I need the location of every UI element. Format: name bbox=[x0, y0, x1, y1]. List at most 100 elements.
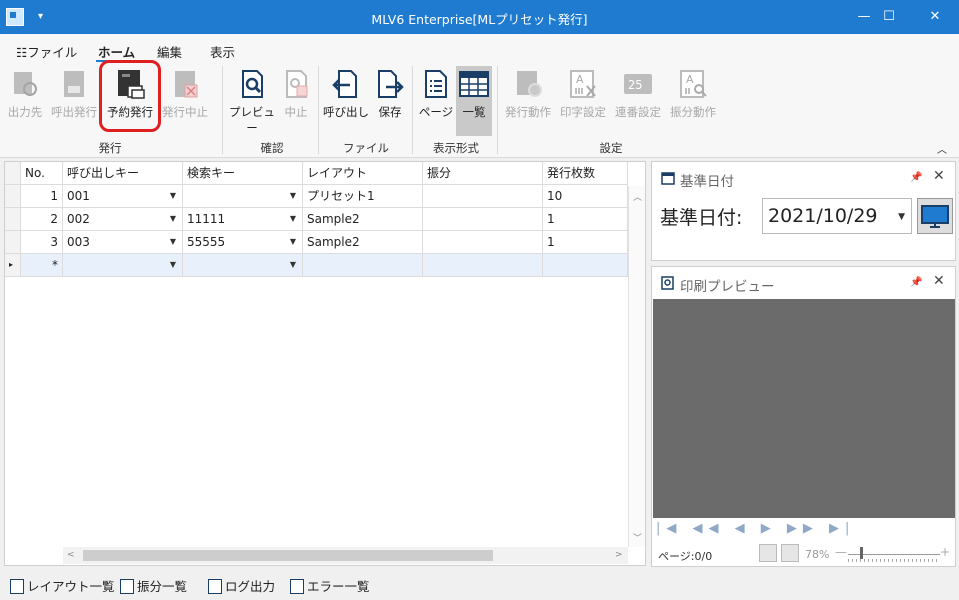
row-header[interactable] bbox=[5, 231, 21, 254]
tab-edit[interactable]: 編集 bbox=[157, 42, 182, 61]
scroll-up-icon[interactable]: ︿ bbox=[633, 190, 642, 203]
new-row-sort[interactable] bbox=[423, 254, 543, 277]
current-row-indicator-icon[interactable]: ▸ bbox=[5, 254, 21, 277]
status-bar: レイアウト一覧 振分一覧 ログ出力 エラー一覧 bbox=[0, 569, 959, 600]
sort-list-icon bbox=[120, 579, 134, 594]
cell-count[interactable]: 10 bbox=[543, 185, 628, 208]
row-header[interactable] bbox=[5, 208, 21, 231]
log-output-link[interactable]: ログ出力 bbox=[208, 576, 275, 595]
error-list-link[interactable]: エラー一覧 bbox=[290, 576, 370, 595]
column-header-no[interactable]: No. bbox=[21, 162, 63, 185]
cell-search-key[interactable]: 55555 ▼ bbox=[183, 231, 303, 254]
cell-layout[interactable]: プリセット1 bbox=[303, 185, 423, 208]
fit-page-icon[interactable] bbox=[781, 544, 799, 562]
page-navigation[interactable]: |◀ ◀◀ ◀ ▶ ▶▶ ▶| bbox=[656, 521, 855, 536]
cell-call-key[interactable]: 003 ▼ bbox=[63, 231, 183, 254]
maximize-button[interactable]: ☐ bbox=[866, 0, 912, 34]
cell-search-key[interactable]: ▼ bbox=[183, 185, 303, 208]
cell-no[interactable]: 1 bbox=[21, 185, 63, 208]
dropdown-arrow-icon[interactable]: ▼ bbox=[290, 254, 296, 276]
page-counter: ページ:0/0 bbox=[658, 550, 713, 563]
serial-settings-button[interactable]: 25 連番設定 bbox=[612, 66, 664, 132]
cell-search-key[interactable]: 11111 ▼ bbox=[183, 208, 303, 231]
scroll-right-icon[interactable]: > bbox=[615, 550, 623, 560]
cell-no[interactable]: 3 bbox=[21, 231, 63, 254]
dropdown-arrow-icon[interactable]: ▼ bbox=[290, 208, 296, 230]
row-header[interactable] bbox=[5, 185, 21, 208]
column-header-count[interactable]: 発行枚数 bbox=[543, 162, 628, 185]
sort-list-link[interactable]: 振分一覧 bbox=[120, 576, 187, 595]
zoom-slider-thumb[interactable] bbox=[860, 547, 863, 559]
stop-issue-button[interactable]: 発行中止 bbox=[160, 66, 210, 132]
cell-sort[interactable] bbox=[423, 208, 543, 231]
file-import-icon bbox=[332, 70, 357, 98]
cell-sort[interactable] bbox=[423, 231, 543, 254]
dropdown-arrow-icon[interactable]: ▼ bbox=[290, 231, 296, 253]
column-header-call-key[interactable]: 呼び出しキー bbox=[63, 162, 183, 185]
pin-icon[interactable]: 📌 bbox=[910, 277, 922, 288]
cell-layout[interactable]: Sample2 bbox=[303, 208, 423, 231]
zoom-out-icon[interactable]: — bbox=[835, 545, 847, 559]
tab-view[interactable]: 表示 bbox=[210, 42, 235, 61]
dropdown-arrow-icon[interactable]: ▼ bbox=[170, 254, 176, 276]
layout-list-link[interactable]: レイアウト一覧 bbox=[10, 576, 115, 595]
new-row-count[interactable] bbox=[543, 254, 628, 277]
new-row-marker[interactable]: * bbox=[21, 254, 63, 277]
vertical-scrollbar[interactable]: ︿ ﹀ bbox=[628, 186, 645, 547]
preset-grid[interactable]: No. 呼び出しキー 検索キー レイアウト 振分 発行枚数 1 001 ▼ ▼ プ… bbox=[4, 161, 646, 566]
cell-call-key[interactable]: 002 ▼ bbox=[63, 208, 183, 231]
collapse-ribbon-icon[interactable]: ︿ bbox=[937, 141, 947, 156]
page-view-button[interactable]: ページ bbox=[418, 66, 454, 132]
zoom-in-icon[interactable]: + bbox=[940, 545, 950, 559]
cell-no[interactable]: 2 bbox=[21, 208, 63, 231]
sort-behavior-button[interactable]: A 振分動作 bbox=[667, 66, 719, 132]
preview-canvas[interactable] bbox=[653, 299, 955, 518]
fit-width-icon[interactable] bbox=[759, 544, 777, 562]
cell-layout[interactable]: Sample2 bbox=[303, 231, 423, 254]
issue-behavior-button[interactable]: 発行動作 bbox=[502, 66, 554, 132]
cell-sort[interactable] bbox=[423, 185, 543, 208]
list-view-button[interactable]: 一覧 bbox=[456, 66, 492, 136]
dropdown-arrow-icon[interactable]: ▼ bbox=[170, 208, 176, 230]
ribbon-tab-bar: ☷ファイル ホーム 編集 表示 bbox=[0, 34, 959, 62]
cell-count[interactable]: 1 bbox=[543, 231, 628, 254]
group-label-confirm: 確認 bbox=[260, 141, 284, 155]
call-issue-button[interactable]: 呼出発行 bbox=[49, 66, 99, 132]
print-settings-button[interactable]: A 印字設定 bbox=[557, 66, 609, 132]
highlight-box bbox=[99, 60, 161, 132]
dropdown-arrow-icon[interactable]: ▼ bbox=[290, 185, 296, 207]
scroll-down-icon[interactable]: ﹀ bbox=[633, 531, 642, 544]
date-panel-close-icon[interactable]: ✕ bbox=[933, 168, 945, 184]
column-header-search-key[interactable]: 検索キー bbox=[183, 162, 303, 185]
chevron-down-icon[interactable]: ▼ bbox=[898, 200, 905, 234]
load-button[interactable]: 呼び出し bbox=[323, 66, 369, 132]
cancel-preview-button[interactable]: 中止 bbox=[279, 66, 313, 132]
preview-panel-title: 印刷プレビュー bbox=[680, 279, 775, 295]
dropdown-arrow-icon[interactable]: ▼ bbox=[170, 185, 176, 207]
pin-icon[interactable]: 📌 bbox=[910, 172, 922, 183]
dropdown-arrow-icon[interactable]: ▼ bbox=[170, 231, 176, 253]
new-row-layout[interactable] bbox=[303, 254, 423, 277]
tab-home[interactable]: ホーム bbox=[95, 42, 138, 62]
new-row-call-key[interactable]: ▼ bbox=[63, 254, 183, 277]
preview-panel: 印刷プレビュー 📌 ✕ |◀ ◀◀ ◀ ▶ ▶▶ ▶| ページ:0/0 78% … bbox=[651, 266, 956, 567]
preview-button[interactable]: プレビュー bbox=[228, 66, 276, 135]
zoom-level: 78% bbox=[805, 548, 830, 561]
cell-count[interactable]: 1 bbox=[543, 208, 628, 231]
date-picker[interactable]: 2021/10/29 ▼ bbox=[762, 198, 912, 234]
output-destination-button[interactable]: 出力先 bbox=[4, 66, 46, 132]
column-header-layout[interactable]: レイアウト bbox=[303, 162, 423, 185]
menu-icon: ☷ bbox=[16, 45, 28, 60]
preview-panel-close-icon[interactable]: ✕ bbox=[933, 273, 945, 289]
scroll-left-icon[interactable]: < bbox=[67, 550, 75, 560]
monitor-button[interactable] bbox=[917, 198, 953, 234]
column-header-sort[interactable]: 振分 bbox=[423, 162, 543, 185]
save-button[interactable]: 保存 bbox=[373, 66, 407, 132]
close-button[interactable]: ✕ bbox=[912, 0, 958, 34]
tab-file[interactable]: ☷ファイル bbox=[16, 42, 77, 61]
horizontal-scroll-thumb[interactable] bbox=[83, 550, 493, 561]
group-separator bbox=[318, 66, 319, 154]
new-row-search-key[interactable]: ▼ bbox=[183, 254, 303, 277]
cell-call-key[interactable]: 001 ▼ bbox=[63, 185, 183, 208]
horizontal-scrollbar[interactable]: < > bbox=[63, 547, 628, 564]
